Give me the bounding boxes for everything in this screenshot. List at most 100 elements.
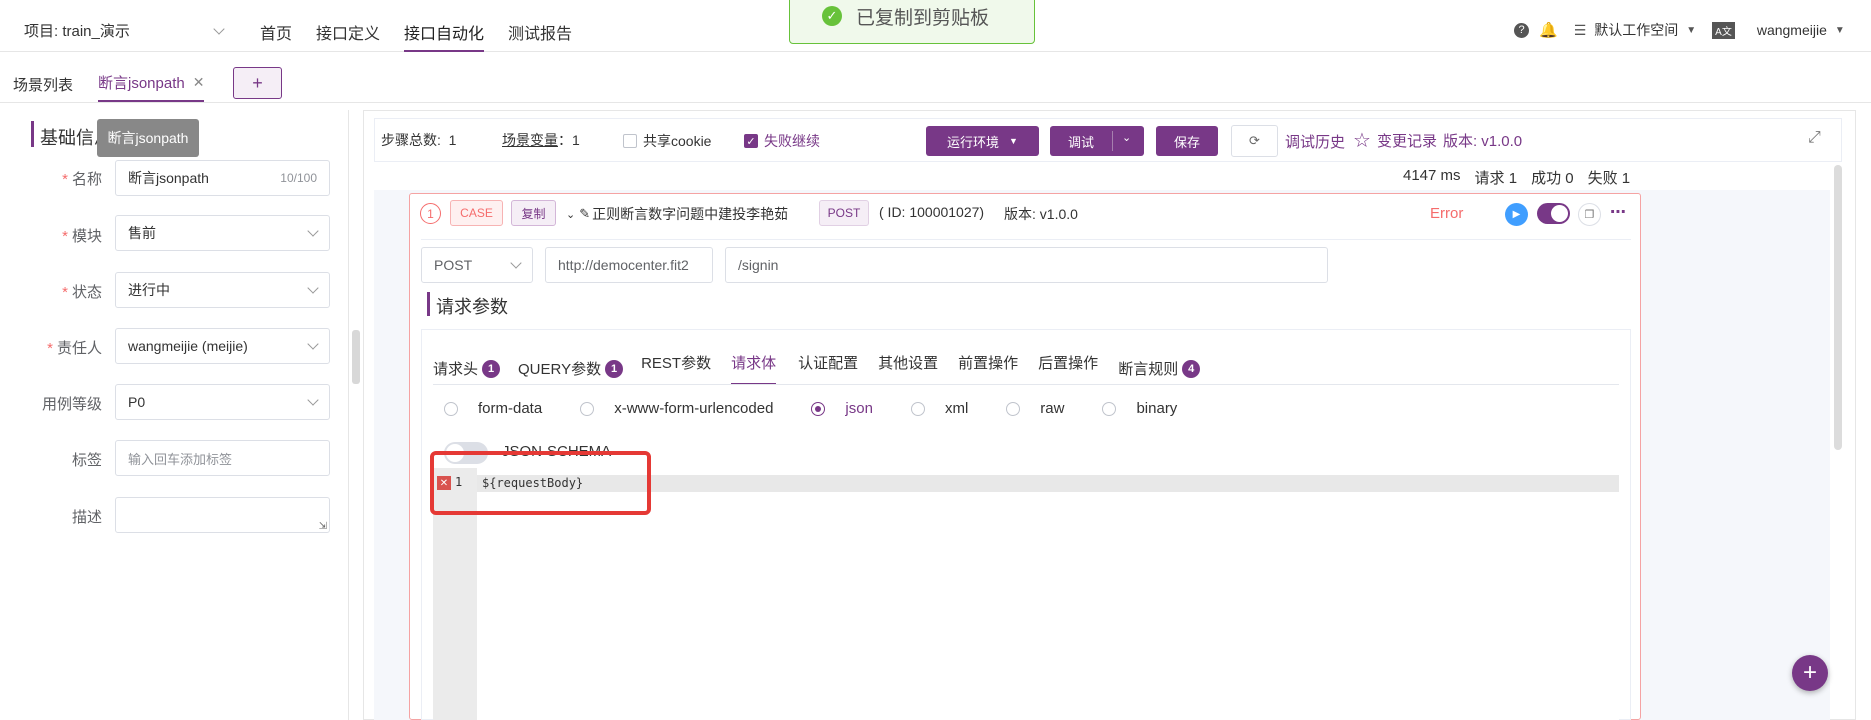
plus-icon: + xyxy=(1802,659,1817,686)
chevron-down-icon xyxy=(307,338,319,350)
checkbox-icon xyxy=(623,134,637,148)
debug-dropdown[interactable]: ⌄ xyxy=(1112,131,1131,151)
tab-other-settings[interactable]: 其他设置 xyxy=(878,352,938,385)
refresh-button[interactable]: ⟳ xyxy=(1231,125,1278,157)
chevron-down-icon xyxy=(510,257,522,269)
language-icon[interactable]: A文 xyxy=(1712,21,1735,39)
fullscreen-icon[interactable]: ⤢ xyxy=(1808,129,1821,147)
scene-variables[interactable]: 场景变量：1 xyxy=(502,130,580,150)
level-select[interactable]: P0 xyxy=(115,384,330,420)
run-time: 4147 ms xyxy=(1403,167,1461,184)
share-cookie-checkbox[interactable]: 共享cookie xyxy=(623,131,711,151)
tab-query-params[interactable]: QUERY参数 1 xyxy=(518,352,624,385)
edit-icon[interactable]: ✎ xyxy=(579,206,590,222)
level-label: 用例等级 xyxy=(41,396,102,413)
desc-textarea[interactable]: ⇲ xyxy=(115,497,330,533)
radio-raw[interactable]: raw xyxy=(1006,400,1064,417)
tag-input[interactable]: 输入回车添加标签 xyxy=(115,440,330,476)
url-input[interactable]: http://democenter.fit2 xyxy=(545,247,713,283)
radio-json[interactable]: json xyxy=(811,400,873,417)
refresh-icon: ⟳ xyxy=(1249,133,1260,148)
case-version: 版本: v1.0.0 xyxy=(1004,206,1078,222)
name-label: * 名称 xyxy=(62,171,102,188)
fail-continue-checkbox[interactable]: ✓ 失败继续 xyxy=(744,131,820,151)
save-button[interactable]: 保存 xyxy=(1156,126,1218,156)
tab-pre-operations[interactable]: 前置操作 xyxy=(958,352,1018,385)
chevron-down-icon xyxy=(307,282,319,294)
debug-history-link[interactable]: 调试历史 xyxy=(1285,131,1345,152)
tab-rest-params[interactable]: REST参数 xyxy=(641,352,711,385)
highlight-box xyxy=(430,451,651,515)
changelog-link[interactable]: ☆ 变更记录 版本: v1.0.0 xyxy=(1353,128,1522,153)
nav-api-automation[interactable]: 接口自动化 xyxy=(404,0,485,52)
caret-down-icon: ▼ xyxy=(1009,136,1018,146)
scrollbar[interactable] xyxy=(1834,165,1842,450)
params-title: 请求参数 xyxy=(436,297,508,317)
method-tag: POST xyxy=(819,200,869,226)
status-label: * 状态 xyxy=(62,284,102,301)
nav-home[interactable]: 首页 xyxy=(260,0,292,52)
run-env-button[interactable]: 运行环境 ▼ xyxy=(926,126,1039,156)
nav-api-definition[interactable]: 接口定义 xyxy=(316,0,380,52)
case-tag: CASE xyxy=(450,200,503,226)
owner-select[interactable]: wangmeijie (meijie) xyxy=(115,328,330,364)
case-title[interactable]: ⌄ ✎ 正则断言数字问题中建投李艳茹 xyxy=(566,204,788,224)
copy-tag[interactable]: 复制 xyxy=(511,200,556,226)
module-select[interactable]: 售前 xyxy=(115,215,330,251)
radio-urlencoded[interactable]: x-www-form-urlencoded xyxy=(580,400,773,417)
caret-down-icon: ▼ xyxy=(1834,24,1845,36)
workspace-list-icon: ☰ xyxy=(1573,21,1587,38)
user-menu[interactable]: wangmeijie xyxy=(1757,22,1827,38)
tab-auth-config[interactable]: 认证配置 xyxy=(798,352,858,385)
name-tooltip: 断言jsonpath xyxy=(97,119,199,157)
version-label: 版本: v1.0.0 xyxy=(1442,133,1523,150)
name-input[interactable]: 断言jsonpath 10/100 xyxy=(115,160,330,196)
name-value: 断言jsonpath xyxy=(128,170,209,186)
nav-test-report[interactable]: 测试报告 xyxy=(508,0,572,52)
params-marker xyxy=(427,292,430,316)
project-selector[interactable]: 项目: train_演示 xyxy=(24,20,229,41)
enable-toggle[interactable] xyxy=(1537,203,1570,224)
toggle-knob xyxy=(1551,205,1568,222)
method-select[interactable]: POST xyxy=(421,247,533,283)
star-icon: ☆ xyxy=(1353,130,1371,152)
project-label: 项目: train_演示 xyxy=(24,23,130,40)
path-input[interactable]: /signin xyxy=(725,247,1328,283)
params-tab-divider xyxy=(433,384,1619,385)
module-value: 售前 xyxy=(128,225,156,241)
status-select[interactable]: 进行中 xyxy=(115,272,330,308)
bell-icon[interactable]: 🔔 xyxy=(1539,21,1558,39)
close-icon[interactable]: ✕ xyxy=(193,74,205,91)
help-icon[interactable]: ? xyxy=(1514,22,1529,38)
tab-active-scenario[interactable]: 断言jsonpath ✕ xyxy=(98,64,205,102)
radio-form-data[interactable]: form-data xyxy=(444,400,542,417)
tab-post-operations[interactable]: 后置操作 xyxy=(1038,352,1098,385)
floating-add-button[interactable]: + xyxy=(1792,655,1828,691)
tag-placeholder: 输入回车添加标签 xyxy=(128,451,233,467)
tab-assertions[interactable]: 断言规则 4 xyxy=(1118,352,1201,385)
level-value: P0 xyxy=(128,394,146,410)
tab-request-body[interactable]: 请求体 xyxy=(731,352,777,385)
chevron-down-icon xyxy=(307,225,319,237)
chevron-down-icon xyxy=(213,22,225,35)
tab-scene-list[interactable]: 场景列表 xyxy=(13,74,73,95)
case-id: ( ID: 100001027) xyxy=(879,204,985,220)
debug-button[interactable]: 调试 ⌄ xyxy=(1050,126,1144,156)
radio-xml[interactable]: xml xyxy=(910,400,968,417)
step-index: 1 xyxy=(420,203,441,224)
tab-request-headers[interactable]: 请求头 1 xyxy=(433,352,501,385)
resize-handle-icon: ⇲ xyxy=(318,521,327,532)
desc-label: 描述 xyxy=(71,509,102,526)
workspace-selector[interactable]: 默认工作空间 xyxy=(1594,20,1678,40)
tab-label: 断言jsonpath xyxy=(98,74,185,92)
add-tab-button[interactable]: + xyxy=(233,67,282,99)
params-tabs: 请求头 1 QUERY参数 1 REST参数 请求体 认证配置 其他设置 前置操作 … xyxy=(433,352,1201,385)
module-label: * 模块 xyxy=(62,228,102,245)
radio-binary[interactable]: binary xyxy=(1102,400,1177,417)
request-count: 请求 1 xyxy=(1474,170,1518,187)
copy-step-icon[interactable]: ❐ xyxy=(1578,203,1601,226)
chevron-down-icon[interactable]: ⌄ xyxy=(566,208,575,221)
run-step-icon[interactable]: ▶ xyxy=(1505,203,1528,226)
more-icon[interactable]: ⋯ xyxy=(1610,202,1626,222)
left-panel-divider[interactable] xyxy=(352,330,360,384)
